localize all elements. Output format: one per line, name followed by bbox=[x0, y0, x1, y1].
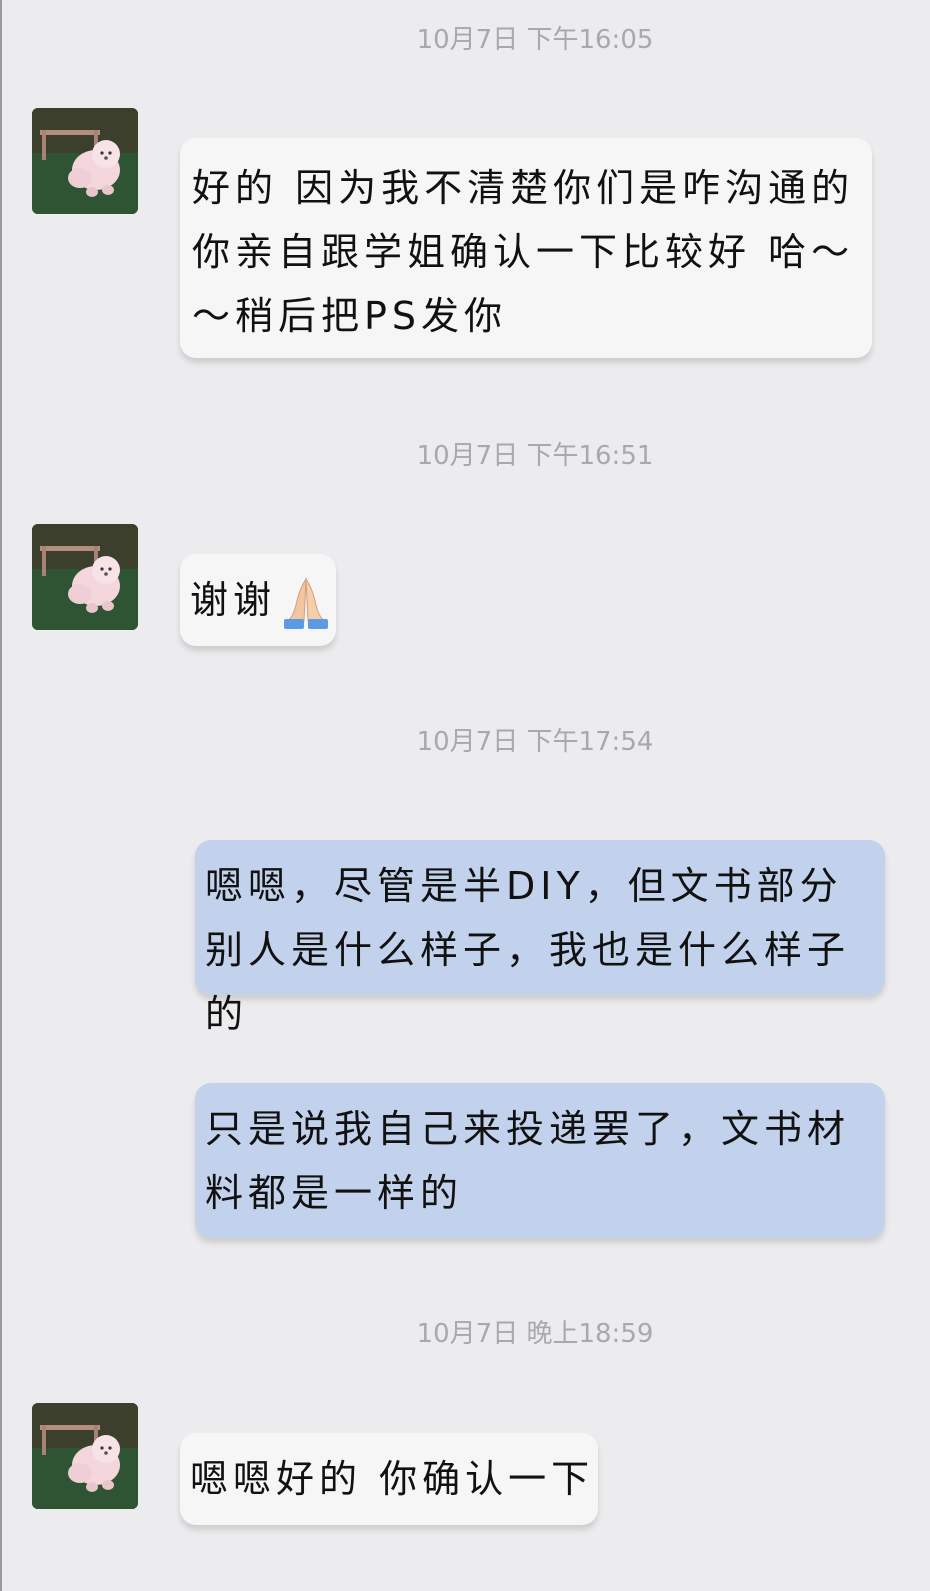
message-text: 只是说我自己来投递罢了，文书材料都是一样的 bbox=[205, 1107, 851, 1215]
contact-avatar[interactable] bbox=[32, 1403, 138, 1509]
message-text: 嗯嗯好的 你确认一下 bbox=[190, 1457, 595, 1501]
incoming-message-bubble[interactable]: 好的 因为我不清楚你们是咋沟通的 你亲自跟学姐确认一下比较好 哈～～稍后把PS发… bbox=[180, 138, 872, 358]
message-text: 好的 因为我不清楚你们是咋沟通的 你亲自跟学姐确认一下比较好 哈～～稍后把PS发… bbox=[192, 166, 855, 338]
folded-hands-emoji-icon bbox=[276, 571, 336, 631]
left-edge-divider bbox=[0, 0, 2, 1591]
message-timestamp: 10月7日 晚上18:59 bbox=[416, 1319, 654, 1349]
message-timestamp: 10月7日 下午17:54 bbox=[416, 727, 654, 757]
message-timestamp: 10月7日 下午16:51 bbox=[416, 441, 654, 471]
message-text: 谢谢 bbox=[190, 578, 277, 622]
incoming-message-bubble[interactable]: 谢谢 bbox=[180, 554, 336, 646]
message-text: 嗯嗯，尽管是半DIY，但文书部分别人是什么样子，我也是什么样子的 bbox=[205, 864, 851, 1036]
contact-avatar[interactable] bbox=[32, 524, 138, 630]
message-timestamp: 10月7日 下午16:05 bbox=[416, 25, 654, 55]
dog-photo-avatar-icon bbox=[32, 524, 138, 630]
dog-photo-avatar-icon bbox=[32, 108, 138, 214]
outgoing-message-bubble[interactable]: 只是说我自己来投递罢了，文书材料都是一样的 bbox=[195, 1083, 885, 1238]
contact-avatar[interactable] bbox=[32, 108, 138, 214]
outgoing-message-bubble[interactable]: 嗯嗯，尽管是半DIY，但文书部分别人是什么样子，我也是什么样子的 bbox=[195, 840, 885, 1036]
incoming-message-bubble[interactable]: 嗯嗯好的 你确认一下 bbox=[180, 1433, 598, 1525]
dog-photo-avatar-icon bbox=[32, 1403, 138, 1509]
